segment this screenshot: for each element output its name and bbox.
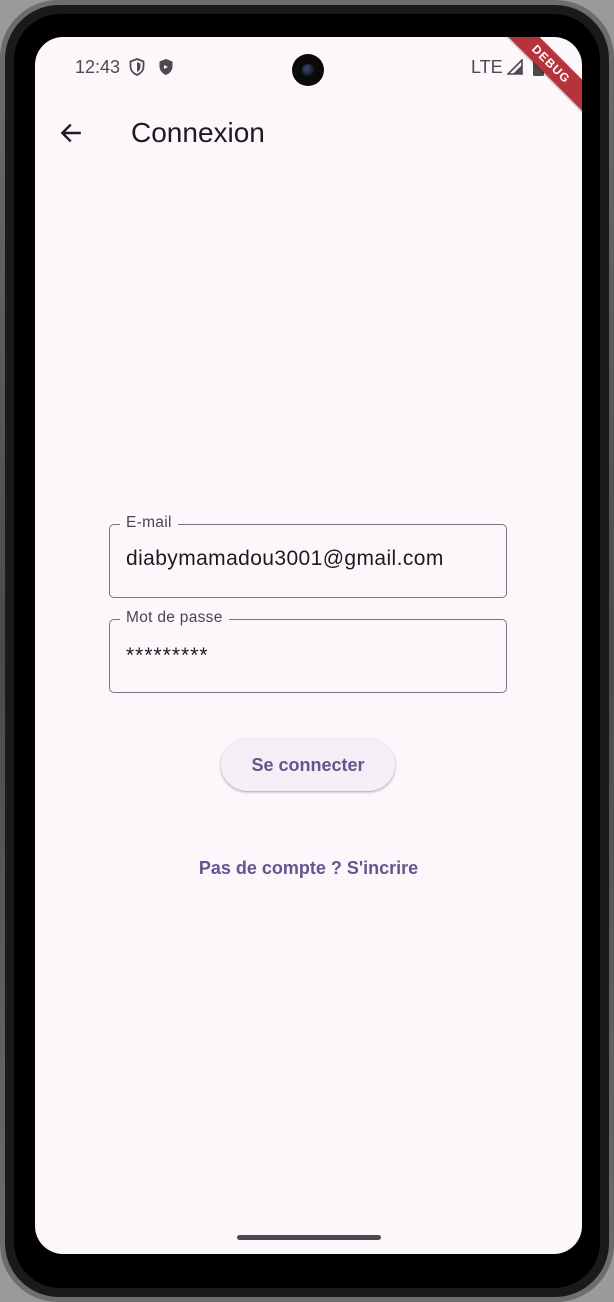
home-indicator[interactable] [237,1235,381,1240]
password-field-label: Mot de passe [120,609,229,627]
back-button[interactable] [53,115,89,151]
front-camera [292,54,324,86]
signup-link[interactable]: Pas de compte ? S'incrire [35,858,582,879]
password-field-value: ********* [126,644,209,667]
email-field-label: E-mail [120,514,178,532]
app-bar: Connexion [35,97,582,169]
signal-icon [507,59,523,75]
shield-outline-icon [129,58,145,76]
email-field[interactable]: E-mail diabymamadou3001@gmail.com [109,514,507,598]
email-field-value: diabymamadou3001@gmail.com [126,547,444,570]
network-type: LTE [471,57,503,77]
status-time: 12:43 [75,57,121,77]
app-screen: 12:43 LTE DEBUG Connexion E-mail diabyma… [35,37,582,1254]
page-title: Connexion [131,117,265,148]
shield-filled-icon [159,59,173,75]
login-button[interactable]: Se connecter [221,739,395,791]
password-field[interactable]: Mot de passe ********* [109,609,507,693]
status-bar: 12:43 LTE DEBUG [35,37,582,118]
arrow-back-icon [60,123,81,143]
